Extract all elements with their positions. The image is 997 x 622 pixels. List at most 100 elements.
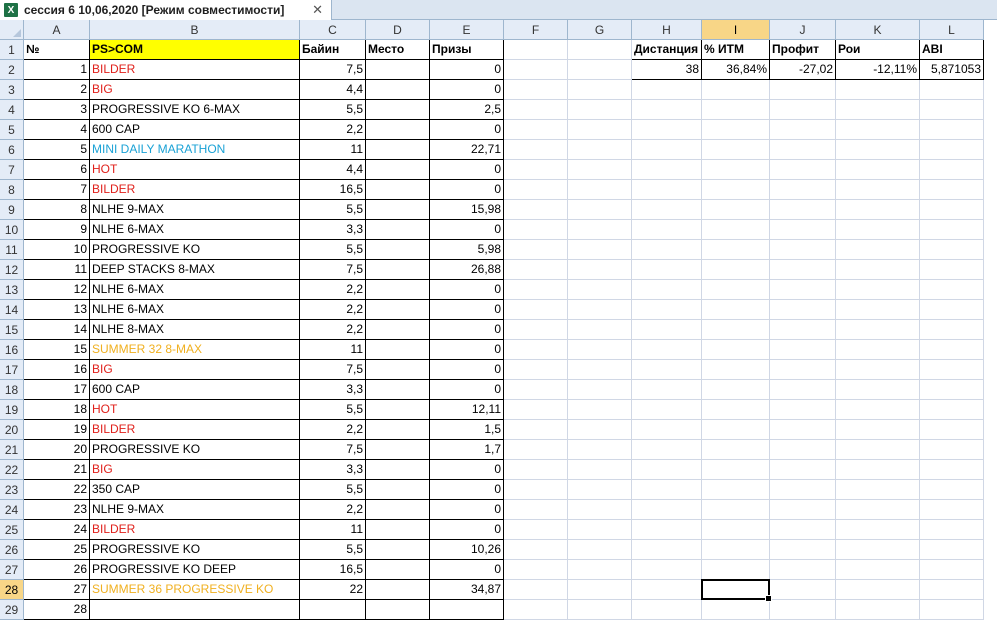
cell-prize[interactable]: 0 xyxy=(430,380,504,400)
cell-prize[interactable]: 12,11 xyxy=(430,400,504,420)
row-header-11[interactable]: 11 xyxy=(0,240,24,260)
row-header-14[interactable]: 14 xyxy=(0,300,24,320)
empty-cell[interactable] xyxy=(920,360,984,380)
empty-cell[interactable] xyxy=(702,500,770,520)
cell-tournament-name[interactable]: PROGRESSIVE KO xyxy=(90,440,300,460)
empty-cell[interactable] xyxy=(632,300,702,320)
empty-cell[interactable] xyxy=(920,180,984,200)
cell-number[interactable]: 9 xyxy=(24,220,90,240)
empty-cell[interactable] xyxy=(702,280,770,300)
cell-prize[interactable]: 0 xyxy=(430,180,504,200)
empty-cell[interactable] xyxy=(770,560,836,580)
empty-cell[interactable] xyxy=(920,160,984,180)
stats-header-i[interactable]: % ИТМ xyxy=(702,40,770,60)
empty-cell[interactable] xyxy=(920,400,984,420)
empty-cell[interactable] xyxy=(836,600,920,620)
column-header-l[interactable]: L xyxy=(920,20,984,40)
empty-cell[interactable] xyxy=(632,120,702,140)
empty-cell[interactable] xyxy=(920,600,984,620)
close-icon[interactable]: ✕ xyxy=(312,2,323,18)
cell-number[interactable]: 21 xyxy=(24,460,90,480)
empty-cell[interactable] xyxy=(504,420,568,440)
cell-buyin[interactable]: 5,5 xyxy=(300,540,366,560)
empty-cell[interactable] xyxy=(504,460,568,480)
empty-cell[interactable] xyxy=(770,280,836,300)
empty-cell[interactable] xyxy=(770,240,836,260)
cell-tournament-name[interactable]: NLHE 9-MAX xyxy=(90,500,300,520)
empty-cell[interactable] xyxy=(920,460,984,480)
cell-number[interactable]: 12 xyxy=(24,280,90,300)
cell-place[interactable] xyxy=(366,500,430,520)
empty-cell[interactable] xyxy=(504,320,568,340)
cell-place[interactable] xyxy=(366,480,430,500)
cell-number[interactable]: 13 xyxy=(24,300,90,320)
row-header-3[interactable]: 3 xyxy=(0,80,24,100)
empty-cell[interactable] xyxy=(836,340,920,360)
empty-cell[interactable] xyxy=(504,560,568,580)
cell-buyin[interactable] xyxy=(300,600,366,620)
empty-cell[interactable] xyxy=(836,480,920,500)
cell-prize[interactable]: 26,88 xyxy=(430,260,504,280)
empty-cell[interactable] xyxy=(770,200,836,220)
empty-cell[interactable] xyxy=(632,240,702,260)
cell-number[interactable]: 6 xyxy=(24,160,90,180)
cell-place[interactable] xyxy=(366,600,430,620)
empty-cell[interactable] xyxy=(568,580,632,600)
cell-place[interactable] xyxy=(366,440,430,460)
cell-prize[interactable]: 0 xyxy=(430,160,504,180)
cell-buyin[interactable]: 2,2 xyxy=(300,300,366,320)
empty-cell[interactable] xyxy=(770,100,836,120)
empty-cell[interactable] xyxy=(568,60,632,80)
stats-header-j[interactable]: Профит xyxy=(770,40,836,60)
empty-cell[interactable] xyxy=(770,340,836,360)
empty-cell[interactable] xyxy=(920,380,984,400)
empty-cell[interactable] xyxy=(702,540,770,560)
cell-tournament-name[interactable]: BIG xyxy=(90,460,300,480)
cell-number[interactable]: 17 xyxy=(24,380,90,400)
cell-place[interactable] xyxy=(366,80,430,100)
cell-number[interactable]: 24 xyxy=(24,520,90,540)
stats-header-l[interactable]: ABI xyxy=(920,40,984,60)
stats-value-j[interactable]: -27,02 xyxy=(770,60,836,80)
cell-number[interactable]: 3 xyxy=(24,100,90,120)
cell-place[interactable] xyxy=(366,420,430,440)
cell-prize[interactable]: 0 xyxy=(430,360,504,380)
cell-tournament-name[interactable]: 600 CAP xyxy=(90,120,300,140)
empty-cell[interactable] xyxy=(568,600,632,620)
column-header-d[interactable]: D xyxy=(366,20,430,40)
cell-place[interactable] xyxy=(366,220,430,240)
row-header-28[interactable]: 28 xyxy=(0,580,24,600)
empty-cell[interactable] xyxy=(504,360,568,380)
empty-cell[interactable] xyxy=(836,200,920,220)
empty-cell[interactable] xyxy=(568,460,632,480)
cell-place[interactable] xyxy=(366,540,430,560)
stats-value-h[interactable]: 38 xyxy=(632,60,702,80)
cell-buyin[interactable]: 2,2 xyxy=(300,500,366,520)
cell-place[interactable] xyxy=(366,100,430,120)
empty-cell[interactable] xyxy=(836,180,920,200)
cell-tournament-name[interactable]: BIG xyxy=(90,360,300,380)
header-cell-place[interactable]: Место xyxy=(366,40,430,60)
empty-cell[interactable] xyxy=(632,180,702,200)
cell-tournament-name[interactable]: HOT xyxy=(90,400,300,420)
cell-buyin[interactable]: 3,3 xyxy=(300,220,366,240)
column-header-c[interactable]: C xyxy=(300,20,366,40)
row-header-24[interactable]: 24 xyxy=(0,500,24,520)
cell-tournament-name[interactable]: NLHE 8-MAX xyxy=(90,320,300,340)
cell-tournament-name[interactable]: PROGRESSIVE KO 6-MAX xyxy=(90,100,300,120)
empty-cell[interactable] xyxy=(702,400,770,420)
empty-cell[interactable] xyxy=(568,360,632,380)
empty-cell[interactable] xyxy=(836,460,920,480)
stats-value-k[interactable]: -12,11% xyxy=(836,60,920,80)
empty-cell[interactable] xyxy=(770,600,836,620)
empty-cell[interactable] xyxy=(632,580,702,600)
cell-number[interactable]: 10 xyxy=(24,240,90,260)
empty-cell[interactable] xyxy=(702,160,770,180)
cell-number[interactable]: 27 xyxy=(24,580,90,600)
header-cell-number[interactable]: № xyxy=(24,40,90,60)
row-header-6[interactable]: 6 xyxy=(0,140,24,160)
empty-cell[interactable] xyxy=(836,220,920,240)
empty-cell[interactable] xyxy=(568,380,632,400)
empty-cell[interactable] xyxy=(504,220,568,240)
cell-number[interactable]: 7 xyxy=(24,180,90,200)
